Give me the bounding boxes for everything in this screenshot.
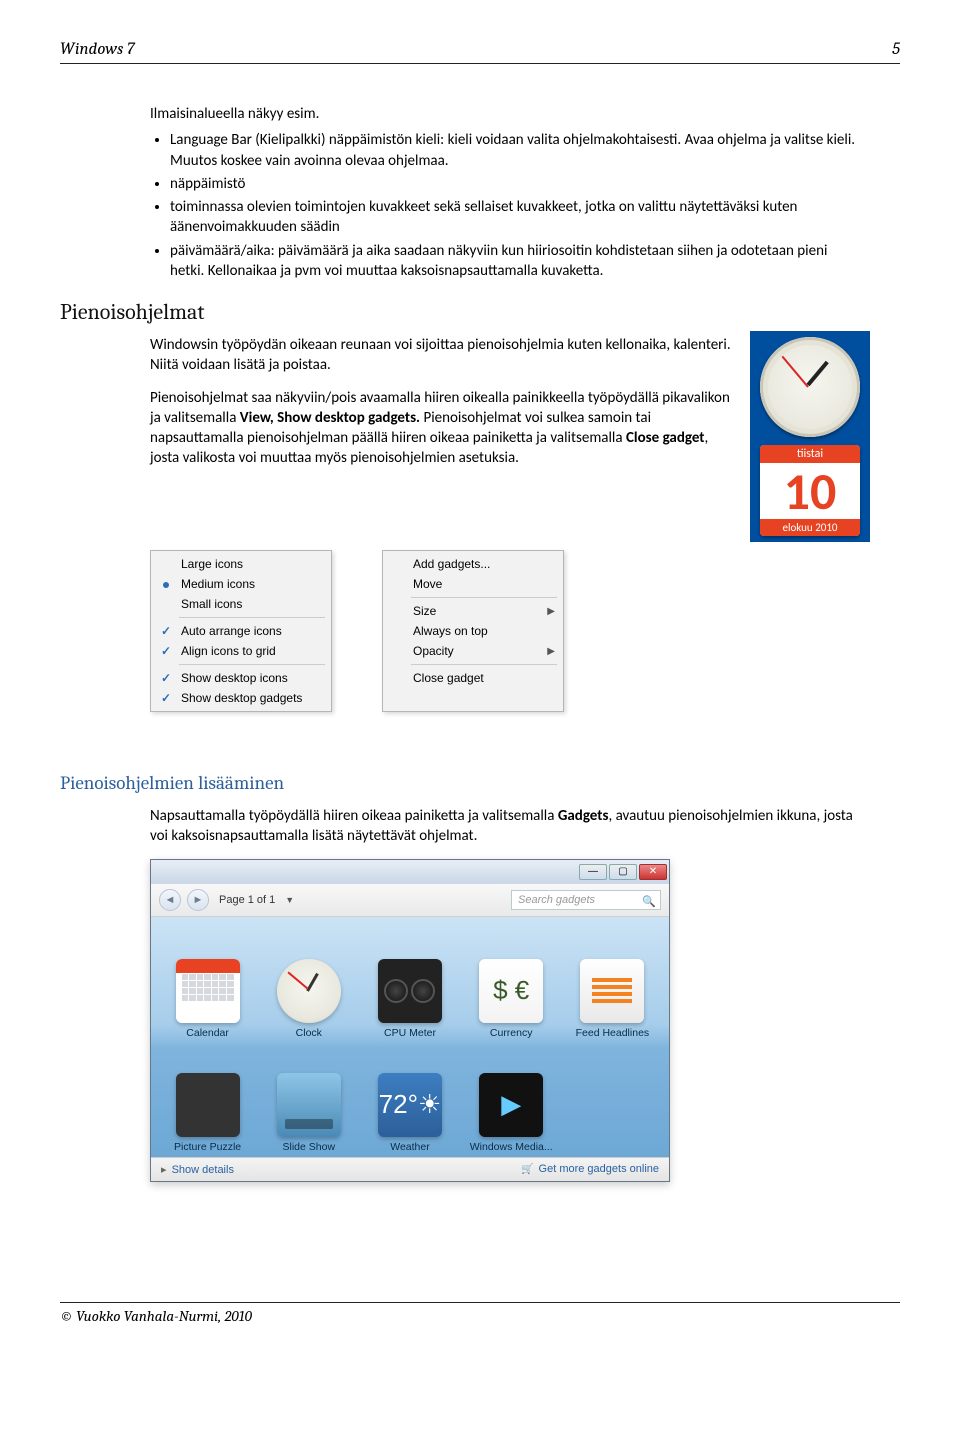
menu-item-size[interactable]: Size▶ [383,601,563,621]
paragraph: Windowsin työpöydän oikeaan reunaan voi … [150,335,740,376]
cpu-meter-icon [378,959,442,1023]
calendar-month: elokuu 2010 [760,519,860,536]
paragraph: Napsauttamalla työpöydällä hiiren oikeaa… [150,806,860,847]
menu-separator [411,597,557,598]
gadget-feed-headlines[interactable]: Feed Headlines [564,929,661,1039]
nav-forward-button[interactable]: ► [187,889,209,911]
clock-gadget-icon [760,337,860,437]
subheading-add-gadgets: Pienoisohjelmien lisääminen [60,772,900,794]
clock-icon [277,959,341,1023]
calendar-day: 10 [760,463,860,519]
menu-item-small-icons[interactable]: Small icons [151,594,331,614]
gadget-context-menu: Add gadgets... Move Size▶ Always on top … [382,550,564,712]
gadget-grid: Calendar Clock CPU Meter $ € Currency Fe… [151,917,669,1157]
gadget-windows-media[interactable]: ▶ Windows Media... [463,1043,560,1153]
feed-icon [580,959,644,1023]
gadget-calendar[interactable]: Calendar [159,929,256,1039]
slideshow-icon [277,1073,341,1137]
header-title: Windows 7 [60,40,135,59]
menu-separator [411,664,557,665]
view-context-menu: Large icons Medium icons Small icons ✓Au… [150,550,332,712]
list-item: näppäimistö [170,174,860,194]
copyright: © Vuokko Vanhala-Nurmi, 2010 [60,1307,900,1325]
menu-item-move[interactable]: Move [383,574,563,594]
list-item: toiminnassa olevien toimintojen kuvakkee… [170,197,860,238]
list-item: päivämäärä/aika: päivämäärä ja aika saad… [170,241,860,282]
wmp-icon: ▶ [479,1073,543,1137]
header-rule [60,63,900,64]
list-item: Language Bar (Kielipalkki) näppäimistön … [170,130,860,171]
menu-item-always-on-top[interactable]: Always on top [383,621,563,641]
gadget-gallery-window: — ▢ ✕ ◄ ► Page 1 of 1 ▼ Search gadgets C… [150,859,670,1182]
weather-icon: 72°☀ [378,1073,442,1137]
intro-lead: Ilmaisinalueella näkyy esim. [150,104,860,124]
desktop-gadgets-preview: tiistai 10 elokuu 2010 [750,331,870,542]
toolbar: ◄ ► Page 1 of 1 ▼ Search gadgets [151,884,669,917]
section2-content: Napsauttamalla työpöydällä hiiren oikeaa… [150,806,860,847]
paragraph: Pienoisohjelmat saa näkyviin/pois avaama… [150,388,740,469]
menu-item-add-gadgets[interactable]: Add gadgets... [383,554,563,574]
submenu-arrow-icon: ▶ [547,606,555,617]
get-more-gadgets-link[interactable]: Get more gadgets online [521,1163,659,1175]
dropdown-icon[interactable]: ▼ [285,895,294,905]
menu-separator [179,617,325,618]
currency-icon: $ € [479,959,543,1023]
gadget-clock[interactable]: Clock [260,929,357,1039]
maximize-button[interactable]: ▢ [609,864,637,880]
section1-content: Windowsin työpöydän oikeaan reunaan voi … [150,335,740,469]
gadget-window-footer: Show details Get more gadgets online [151,1157,669,1181]
intro-list: Language Bar (Kielipalkki) näppäimistön … [150,130,860,281]
menu-item-large-icons[interactable]: Large icons [151,554,331,574]
menu-item-align-grid[interactable]: ✓Align icons to grid [151,641,331,661]
page-number: 5 [892,40,900,59]
gadget-picture-puzzle[interactable]: Picture Puzzle [159,1043,256,1153]
gadget-currency[interactable]: $ € Currency [463,929,560,1039]
gadget-cpu-meter[interactable]: CPU Meter [361,929,458,1039]
menu-item-opacity[interactable]: Opacity▶ [383,641,563,661]
puzzle-icon [176,1073,240,1137]
footer-rule [60,1302,900,1303]
calendar-gadget-icon: tiistai 10 elokuu 2010 [760,445,860,536]
calendar-icon [176,959,240,1023]
submenu-arrow-icon: ▶ [547,646,555,657]
menu-item-show-desktop-gadgets[interactable]: ✓Show desktop gadgets [151,688,331,708]
menu-item-close-gadget[interactable]: Close gadget [383,668,563,688]
close-button[interactable]: ✕ [639,864,667,880]
search-input[interactable]: Search gadgets [511,890,661,910]
nav-back-button[interactable]: ◄ [159,889,181,911]
gadget-weather[interactable]: 72°☀ Weather [361,1043,458,1153]
menu-item-medium-icons[interactable]: Medium icons [151,574,331,594]
menu-item-show-desktop-icons[interactable]: ✓Show desktop icons [151,668,331,688]
menu-separator [179,664,325,665]
page-indicator: Page 1 of 1 [219,894,275,906]
intro-block: Ilmaisinalueella näkyy esim. Language Ba… [150,104,860,281]
titlebar: — ▢ ✕ [151,860,669,884]
gadget-slide-show[interactable]: Slide Show [260,1043,357,1153]
show-details-link[interactable]: Show details [161,1163,234,1176]
menu-item-auto-arrange[interactable]: ✓Auto arrange icons [151,621,331,641]
minimize-button[interactable]: — [579,864,607,880]
section-title-pienoisohjelmat: Pienoisohjelmat [60,299,900,325]
